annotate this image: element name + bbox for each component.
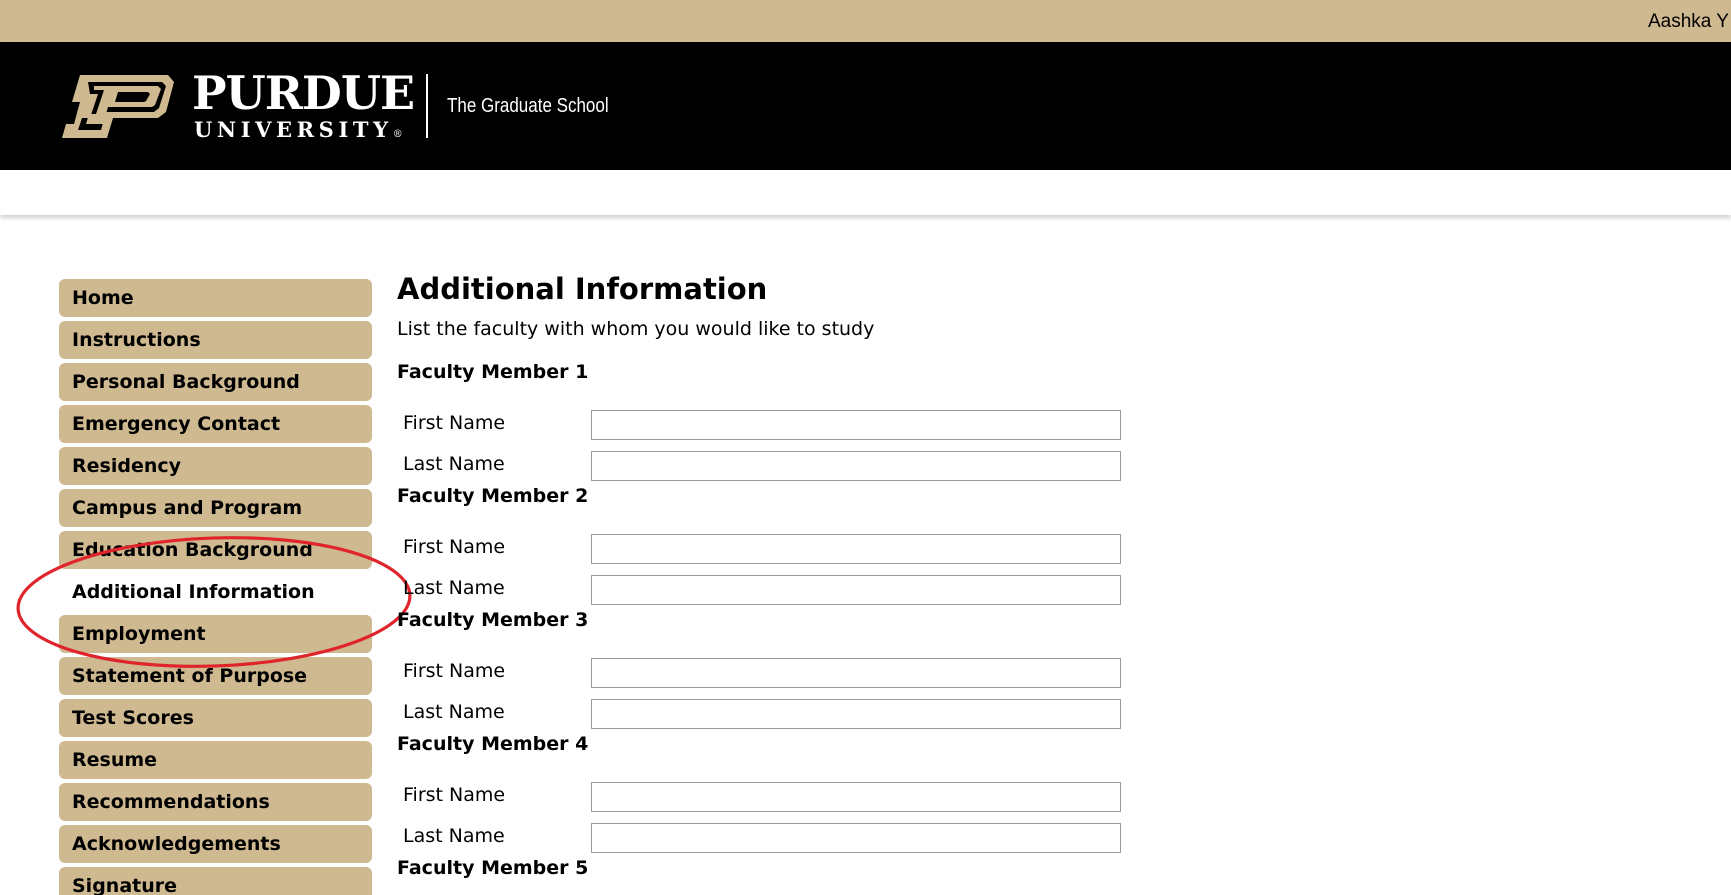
last-name-label: Last Name [403,825,505,847]
sidebar-item-education-background[interactable]: Education Background [59,531,372,569]
faculty-1-last-row: Last Name [397,451,1127,483]
sidebar-item-residency[interactable]: Residency [59,447,372,485]
purdue-p-logo-icon[interactable] [58,72,176,140]
sidebar-item-home[interactable]: Home [59,279,372,317]
faculty-3-first-name-input[interactable] [591,658,1121,688]
faculty-member-3-label: Faculty Member 3 [397,609,589,631]
sidebar-item-resume[interactable]: Resume [59,741,372,779]
faculty-1-first-name-input[interactable] [591,410,1121,440]
faculty-member-4-group: Faculty Member 4 First Name Last Name [397,735,1157,859]
sidebar-item-recommendations[interactable]: Recommendations [59,783,372,821]
faculty-3-first-row: First Name [397,658,1127,690]
sidebar-item-statement-of-purpose[interactable]: Statement of Purpose [59,657,372,695]
faculty-member-2-group: Faculty Member 2 First Name Last Name [397,487,1157,611]
sidebar-item-test-scores[interactable]: Test Scores [59,699,372,737]
last-name-label: Last Name [403,701,505,723]
faculty-2-last-row: Last Name [397,575,1127,607]
faculty-member-2-label: Faculty Member 2 [397,485,589,507]
wordmark-university-text: UNIVERSITY [194,117,393,142]
faculty-2-last-name-input[interactable] [591,575,1121,605]
sidebar-item-campus-and-program[interactable]: Campus and Program [59,489,372,527]
faculty-member-3-group: Faculty Member 3 First Name Last Name [397,611,1157,735]
faculty-4-last-name-input[interactable] [591,823,1121,853]
sidebar-item-personal-background[interactable]: Personal Background [59,363,372,401]
first-name-label: First Name [403,660,506,682]
faculty-1-first-row: First Name [397,410,1127,442]
faculty-member-5-label: Faculty Member 5 [397,857,589,879]
top-utility-bar: Aashka Y [0,0,1731,42]
faculty-4-first-row: First Name [397,782,1127,814]
sidebar-item-employment[interactable]: Employment [59,615,372,653]
school-name[interactable]: The Graduate School [447,95,609,118]
first-name-label: First Name [403,784,506,806]
main-content: Additional Information List the faculty … [397,275,1157,883]
sidebar-item-acknowledgements[interactable]: Acknowledgements [59,825,372,863]
faculty-member-1-group: Faculty Member 1 First Name Last Name [397,363,1157,487]
sidebar-item-additional-information[interactable]: Additional Information [59,573,372,611]
faculty-4-last-row: Last Name [397,823,1127,855]
wordmark-university: UNIVERSITY® [194,119,403,140]
faculty-2-first-name-input[interactable] [591,534,1121,564]
wordmark-purdue: PURDUE [192,66,415,120]
faculty-member-5-group: Faculty Member 5 [397,859,1157,883]
last-name-label: Last Name [403,453,505,475]
faculty-2-first-row: First Name [397,534,1127,566]
intro-text: List the faculty with whom you would lik… [397,318,875,340]
first-name-label: First Name [403,536,506,558]
sidebar-item-emergency-contact[interactable]: Emergency Contact [59,405,372,443]
sidebar-item-signature[interactable]: Signature [59,867,372,895]
registered-mark: ® [392,129,403,140]
faculty-member-1-label: Faculty Member 1 [397,361,589,383]
faculty-3-last-row: Last Name [397,699,1127,731]
faculty-member-4-label: Faculty Member 4 [397,733,589,755]
header-divider [426,74,428,138]
first-name-label: First Name [403,412,506,434]
last-name-label: Last Name [403,577,505,599]
faculty-3-last-name-input[interactable] [591,699,1121,729]
faculty-1-last-name-input[interactable] [591,451,1121,481]
user-name[interactable]: Aashka Y [1648,11,1729,33]
sidebar-item-instructions[interactable]: Instructions [59,321,372,359]
sidebar-nav: Home Instructions Personal Background Em… [59,279,372,895]
sub-navigation-bar [0,170,1731,215]
page-title: Additional Information [397,272,768,306]
faculty-4-first-name-input[interactable] [591,782,1121,812]
site-header: PURDUE UNIVERSITY® The Graduate School [0,42,1731,170]
